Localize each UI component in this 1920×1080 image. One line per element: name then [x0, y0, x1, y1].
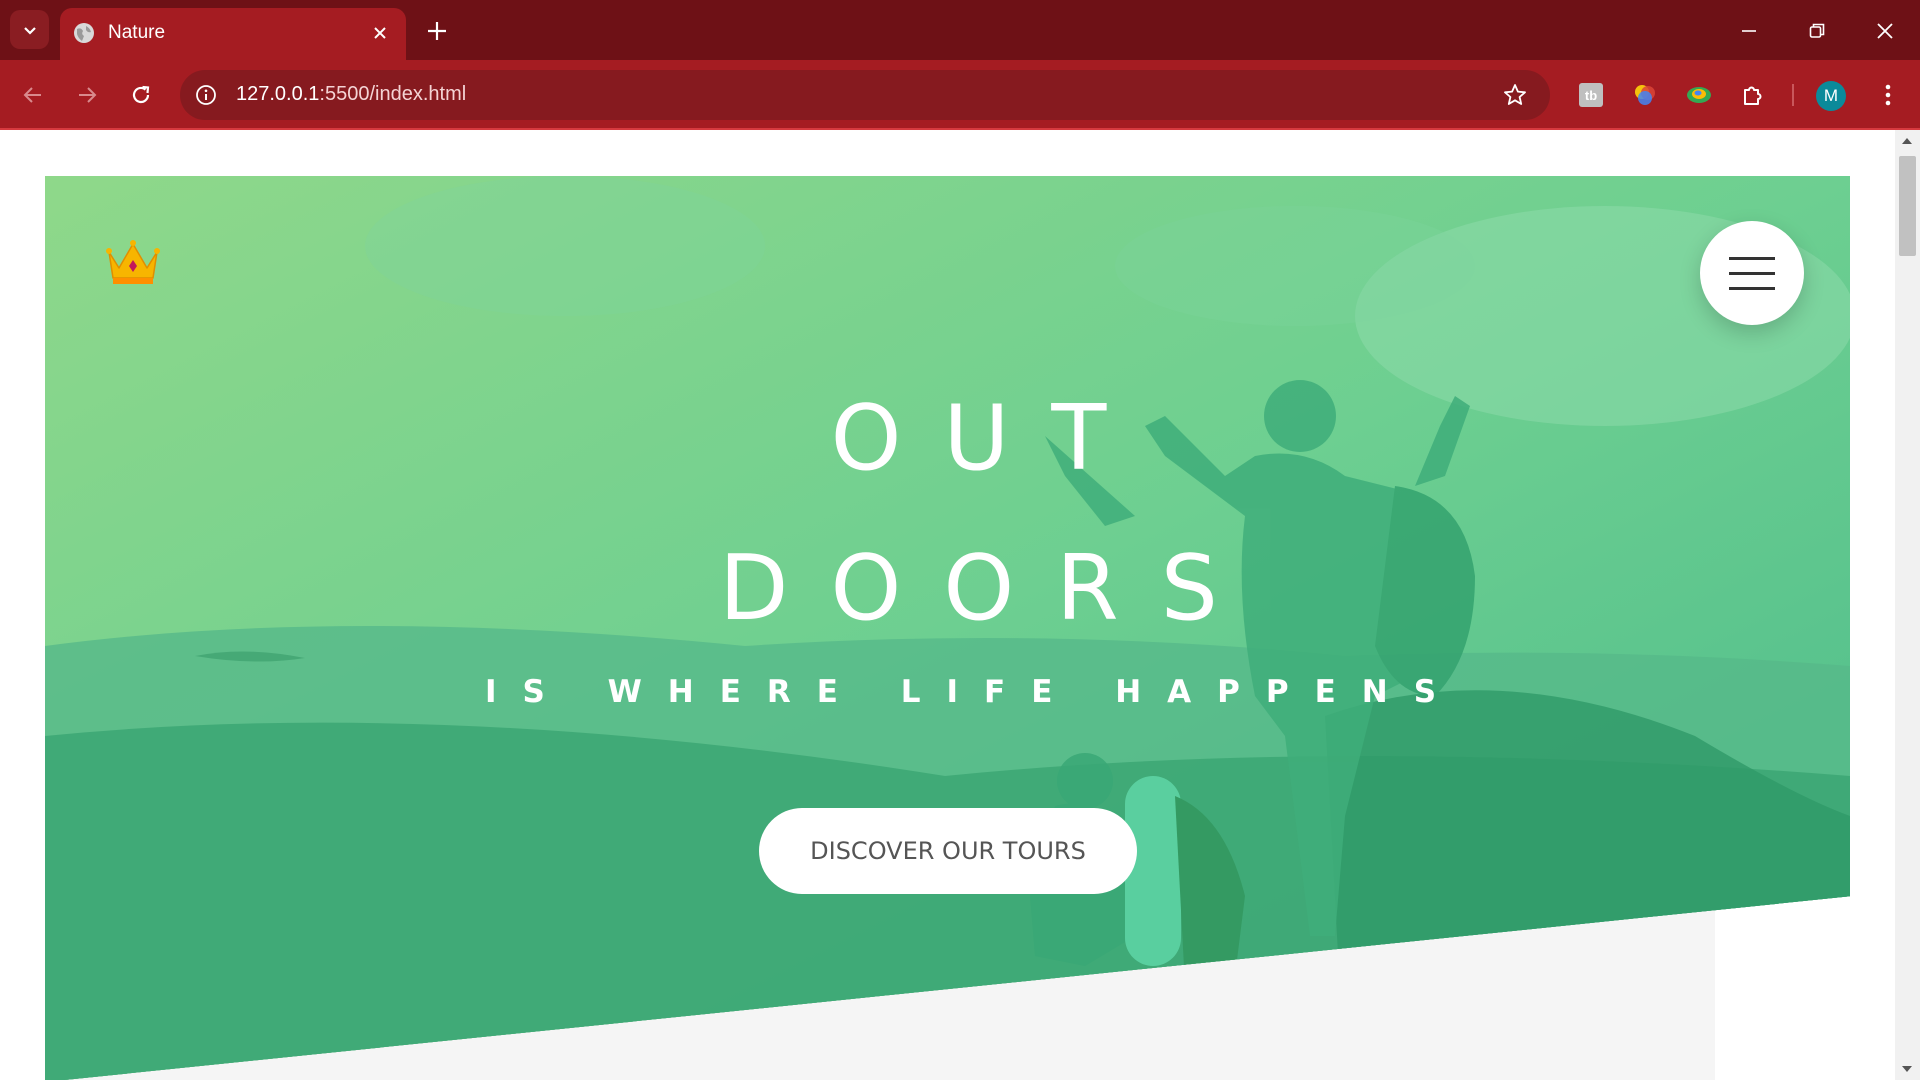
info-icon[interactable]	[194, 83, 218, 107]
minimize-icon	[1742, 30, 1756, 32]
kebab-menu-icon	[1885, 84, 1891, 106]
tab-search-button[interactable]	[10, 10, 49, 49]
close-icon[interactable]	[368, 21, 392, 45]
browser-menu-button[interactable]	[1872, 79, 1904, 111]
scroll-up-arrow-icon[interactable]	[1902, 138, 1912, 144]
page-viewport: OUT DOORS IS WHERE LIFE HAPPENS DISCOVER…	[0, 130, 1895, 1080]
heading-primary-main: OUT	[830, 386, 1149, 491]
menu-toggle-button[interactable]	[1700, 221, 1804, 325]
tab-title: Nature	[108, 22, 166, 43]
arrow-left-icon	[23, 87, 41, 103]
back-button[interactable]	[16, 78, 50, 112]
heading-primary-sub: IS WHERE LIFE HAPPENS	[484, 674, 1463, 710]
extensions-button[interactable]	[1737, 79, 1769, 111]
tb-extension-button[interactable]: tb	[1575, 79, 1607, 111]
hamburger-icon-line	[1729, 287, 1775, 290]
discover-tours-button[interactable]: DISCOVER OUR TOURS	[759, 808, 1137, 894]
arrow-right-icon	[79, 87, 97, 103]
crown-icon	[106, 240, 160, 284]
hamburger-icon	[1729, 257, 1775, 260]
minimize-button[interactable]	[1732, 14, 1766, 48]
scroll-down-arrow-icon[interactable]	[1902, 1066, 1912, 1072]
color-extension-button[interactable]	[1629, 79, 1661, 111]
close-icon	[1877, 23, 1893, 39]
chevron-down-icon	[23, 26, 36, 35]
hamburger-icon-line	[1729, 272, 1775, 275]
close-window-button[interactable]	[1868, 14, 1902, 48]
browser-toolbar: 127.0.0.1:5500/index.html tb M	[0, 60, 1920, 130]
heading-primary-main-second: DOORS	[719, 536, 1260, 641]
color-extension-icon	[1635, 85, 1655, 105]
puzzle-icon	[1744, 86, 1762, 105]
tab-strip: Nature	[0, 0, 1920, 60]
url-host: 127.0.0.1	[236, 83, 320, 105]
scroll-thumb[interactable]	[1899, 156, 1916, 256]
globe-extension-icon	[1687, 87, 1711, 103]
globe-icon	[74, 23, 94, 43]
url-text[interactable]: 127.0.0.1:5500/index.html	[236, 83, 466, 106]
star-icon[interactable]	[1502, 82, 1528, 108]
restore-icon	[1809, 23, 1825, 38]
reload-icon	[132, 85, 150, 104]
forward-button[interactable]	[70, 78, 104, 112]
page-scrollbar[interactable]	[1895, 130, 1920, 1080]
reload-button[interactable]	[124, 78, 158, 112]
tb-extension-icon: tb	[1579, 83, 1603, 107]
globe-extension-button[interactable]	[1683, 79, 1715, 111]
url-path: :5500/index.html	[319, 83, 467, 105]
restore-button[interactable]	[1800, 14, 1834, 48]
profile-avatar[interactable]: M	[1816, 81, 1846, 111]
toolbar-divider	[1792, 84, 1794, 106]
active-tab[interactable]: Nature	[60, 8, 406, 60]
svg-text:tb: tb	[1585, 88, 1597, 103]
plus-icon[interactable]	[424, 18, 450, 44]
address-bar[interactable]: 127.0.0.1:5500/index.html	[180, 70, 1550, 120]
